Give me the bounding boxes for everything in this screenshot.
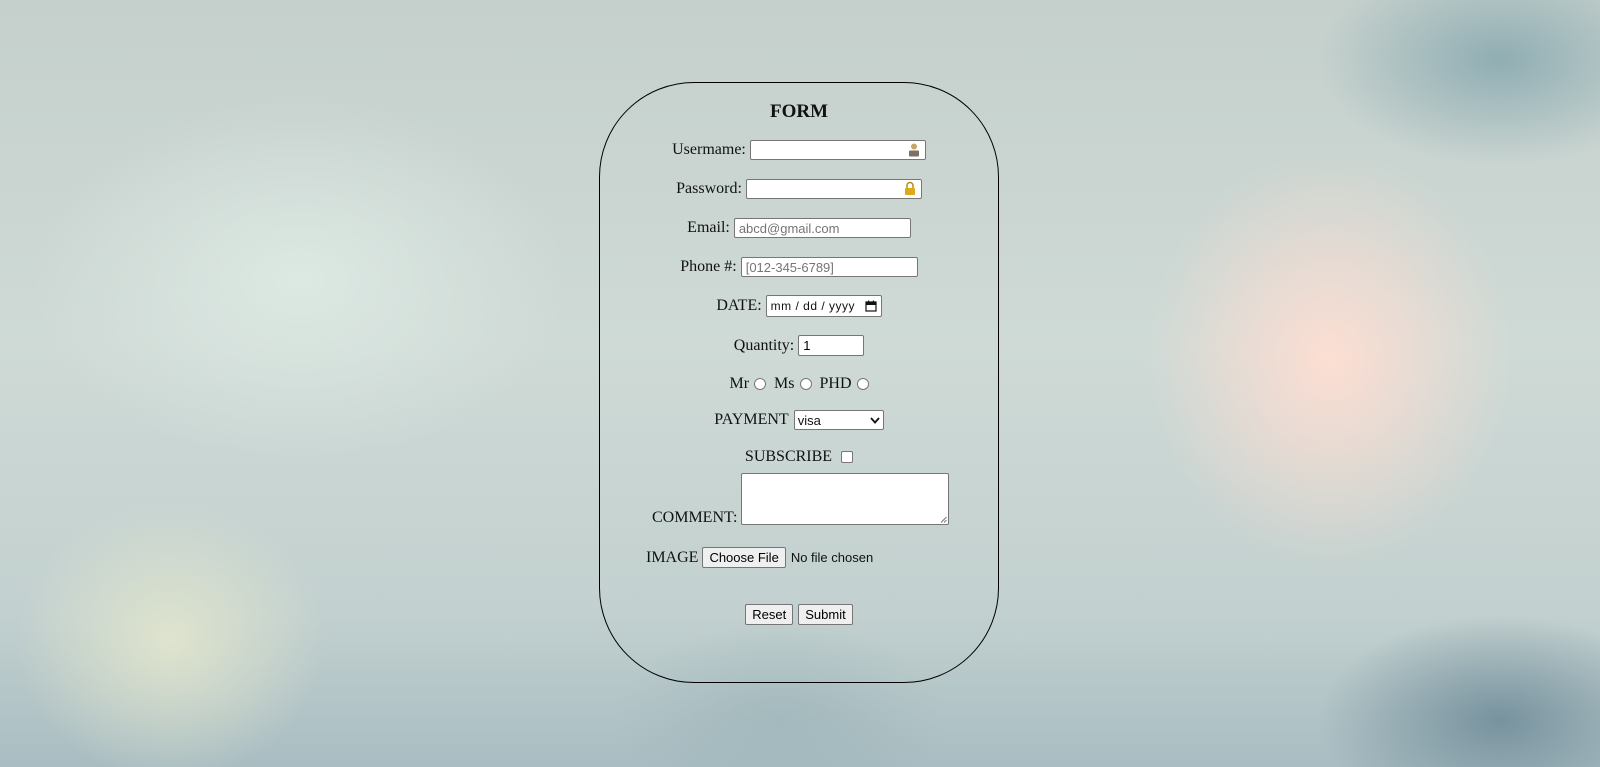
username-input[interactable] [749, 140, 926, 160]
radio-mr[interactable] [754, 378, 767, 390]
radio-phd[interactable] [856, 378, 869, 390]
date-placeholder: mm / dd / yyyy [770, 299, 855, 313]
payment-label: PAYMENT [714, 411, 789, 428]
quantity-label: Quantity: [733, 336, 795, 354]
date-input[interactable]: mm / dd / yyyy [765, 295, 882, 317]
comment-label: COMMENT: [652, 509, 738, 526]
username-label: Usermame: [672, 141, 746, 158]
image-row: IMAGE Choose File No file chosen [646, 547, 873, 568]
form-card: FORM Usermame: Password: Email: Phone #: [599, 82, 999, 683]
comment-textarea[interactable] [741, 473, 950, 525]
radio-label-mr: Mr [729, 375, 750, 392]
radio-label-phd: PHD [819, 375, 852, 392]
image-label: IMAGE [646, 548, 699, 566]
calendar-icon[interactable] [865, 300, 877, 312]
date-label: DATE: [716, 297, 762, 314]
chevron-down-icon [870, 416, 880, 424]
radio-label-ms: Ms [774, 375, 795, 392]
password-input[interactable] [745, 179, 922, 199]
password-field-wrap [745, 179, 922, 199]
payment-row: PAYMENT visa [600, 410, 998, 430]
choose-file-button[interactable]: Choose File [702, 547, 786, 568]
phone-row: Phone #: [600, 257, 998, 277]
email-label: Email: [687, 219, 730, 236]
title-radio-row: Mr Ms PHD [600, 375, 998, 393]
reset-button[interactable]: Reset [745, 604, 794, 625]
payment-selected-value: visa [797, 412, 821, 428]
form-title: FORM [769, 101, 829, 122]
user-icon [908, 143, 919, 157]
quantity-input[interactable] [798, 335, 865, 356]
password-label: Password: [676, 180, 742, 197]
subscribe-checkbox[interactable] [841, 451, 854, 463]
resize-grip-icon[interactable] [940, 516, 948, 523]
comment-row: COMMENT: [652, 473, 950, 526]
username-field-wrap [749, 140, 926, 160]
file-status-text: No file chosen [790, 550, 874, 565]
email-row: Email: [600, 218, 998, 238]
phone-label: Phone #: [680, 258, 737, 275]
date-row: DATE: mm / dd / yyyy [600, 295, 998, 317]
quantity-row: Quantity: [600, 335, 998, 356]
email-input[interactable] [733, 218, 911, 238]
submit-button[interactable]: Submit [798, 604, 853, 625]
phone-input[interactable] [740, 257, 918, 277]
radio-ms[interactable] [799, 378, 812, 390]
payment-select[interactable]: visa [793, 410, 884, 430]
password-row: Password: [600, 179, 998, 199]
username-row: Usermame: [600, 140, 998, 160]
action-buttons-row: Reset Submit [600, 604, 998, 625]
lock-icon [904, 181, 915, 195]
subscribe-row: SUBSCRIBE [600, 448, 998, 466]
subscribe-label: SUBSCRIBE [744, 448, 833, 465]
